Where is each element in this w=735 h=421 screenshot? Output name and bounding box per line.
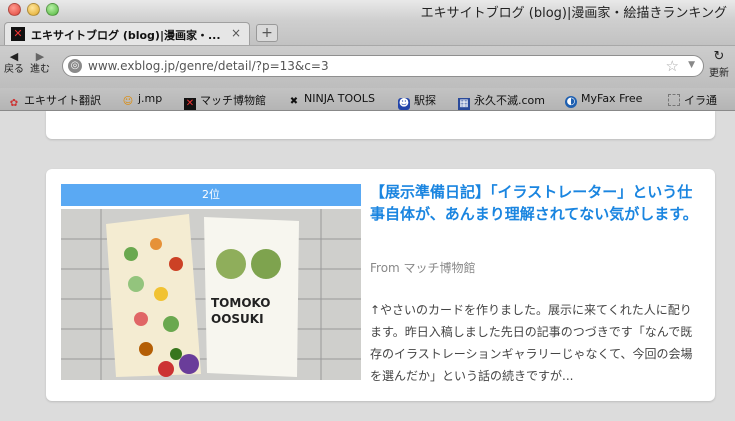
reload-icon: ↻ <box>713 49 725 64</box>
excite-translate-icon: ✿ <box>9 98 19 109</box>
bookmark-label: j.mp <box>138 92 163 105</box>
window-titlebar: エキサイトブログ (blog)|漫画家・絵描きランキング <box>0 0 735 21</box>
jmp-icon: ☺ <box>122 96 134 107</box>
excite-favicon-icon: ✕ <box>11 27 25 41</box>
myfax-icon: ◐ <box>565 96 577 108</box>
tab-label: エキサイトブログ (blog)|漫画家・... <box>31 29 221 42</box>
previous-entry-card <box>46 111 715 139</box>
tab-bar: ✕ エキサイトブログ (blog)|漫画家・... × + <box>0 20 735 46</box>
new-tab-button[interactable]: + <box>256 24 278 42</box>
bookmark-label: イラ通 <box>684 94 717 107</box>
bookmark-label: NINJA TOOLS <box>304 92 375 105</box>
entry-thumbnail[interactable]: TOMOKO OOSUKI <box>61 209 361 380</box>
ranking-entry-card[interactable]: 2位 TOMOKO OOSUKI 【展示準備日記】「イラストレーター」という仕事… <box>46 169 715 401</box>
card-name-line2: OOSUKI <box>211 312 264 326</box>
bookmark-item[interactable]: ☻ 駅探 <box>398 92 436 110</box>
entry-title-link[interactable]: 【展示準備日記】「イラストレーター」という仕事自体が、あんまり理解されてない気が… <box>370 181 700 225</box>
reload-label: 更新 <box>709 68 729 79</box>
rank-badge: 2位 <box>61 184 361 206</box>
bookmark-label: マッチ博物館 <box>200 94 266 107</box>
bookmark-label: MyFax Free <box>581 92 643 105</box>
ninja-icon: ✖ <box>289 96 299 107</box>
bookmark-item[interactable]: イラ通 <box>668 92 717 108</box>
forward-arrow-icon: ▶ <box>35 50 45 63</box>
address-bar[interactable]: ◎ www.exblog.jp/genre/detail/?p=13&c=3 ☆… <box>62 55 704 77</box>
tab-active[interactable]: ✕ エキサイトブログ (blog)|漫画家・... × <box>4 22 250 45</box>
blank-page-icon <box>668 94 680 106</box>
close-window-button[interactable] <box>8 3 21 16</box>
back-arrow-icon: ◀ <box>9 50 19 63</box>
navigation-toolbar: ◀ 戻る ▶ 進む ◎ www.exblog.jp/genre/detail/?… <box>0 46 735 88</box>
zoom-window-button[interactable] <box>46 3 59 16</box>
forward-label: 進む <box>30 64 50 75</box>
page-content: 2位 TOMOKO OOSUKI 【展示準備日記】「イラストレーター」という仕事… <box>0 111 735 421</box>
bookmark-item[interactable]: ◐ MyFax Free <box>565 92 642 108</box>
reload-button[interactable]: ↻ 更新 <box>709 49 729 80</box>
tab-close-icon[interactable]: × <box>231 26 241 40</box>
entry-blog-source[interactable]: From マッチ博物館 <box>370 259 476 276</box>
forward-button[interactable]: ▶ 進む <box>30 50 50 76</box>
bookmark-item[interactable]: ✖ NINJA TOOLS <box>288 92 375 108</box>
card-name-line1: TOMOKO <box>211 296 271 310</box>
back-button[interactable]: ◀ 戻る <box>4 50 24 76</box>
bookmark-label: 駅探 <box>414 94 436 107</box>
bookmarks-bar: ✿ エキサイト翻訳 ☺ j.mp ✕ マッチ博物館 ✖ NINJA TOOLS ☻ 駅探 … <box>0 88 735 111</box>
excite-icon: ✕ <box>184 98 196 110</box>
globe-icon: ◎ <box>68 59 82 73</box>
bookmark-item[interactable]: ✕ マッチ博物館 <box>184 92 266 110</box>
entry-excerpt: ↑やさいのカードを作りました。展示に来てくれた人に配ります。昨日入稿しました先日… <box>370 303 693 383</box>
bookmark-item[interactable]: ☺ j.mp <box>122 92 162 108</box>
bookmark-item[interactable]: ▦ 永久不滅.com <box>458 92 545 110</box>
url-input[interactable]: www.exblog.jp/genre/detail/?p=13&c=3 <box>88 59 329 73</box>
url-dropdown-icon[interactable]: ▼ <box>688 60 695 70</box>
bookmark-label: 永久不滅.com <box>474 94 545 107</box>
back-label: 戻る <box>4 64 24 75</box>
ekitan-icon: ☻ <box>398 98 410 110</box>
bookmark-item[interactable]: ✿ エキサイト翻訳 <box>8 92 101 110</box>
minimize-window-button[interactable] <box>27 3 40 16</box>
window-title: エキサイトブログ (blog)|漫画家・絵描きランキング <box>420 6 727 21</box>
bookmark-star-icon[interactable]: ☆ <box>666 57 679 75</box>
eikyu-icon: ▦ <box>458 98 470 110</box>
bookmark-label: エキサイト翻訳 <box>24 94 101 107</box>
